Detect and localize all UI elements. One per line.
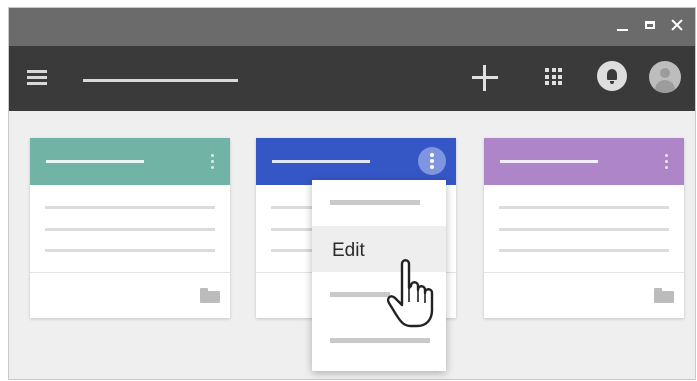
card[interactable] (484, 138, 684, 318)
avatar[interactable] (649, 61, 681, 93)
more-vert-icon[interactable] (210, 152, 216, 172)
title-bar (9, 8, 695, 46)
text-placeholder (499, 206, 669, 209)
card-body (30, 185, 230, 273)
plus-icon[interactable] (472, 65, 498, 91)
folder-icon[interactable] (200, 288, 220, 303)
card-header (30, 138, 230, 185)
more-vert-icon[interactable] (418, 147, 446, 175)
text-placeholder (45, 206, 215, 209)
app-bar (9, 46, 695, 111)
app-title-placeholder (83, 79, 238, 82)
notification-bell-icon[interactable] (597, 61, 627, 91)
card-body (484, 185, 684, 273)
folder-icon[interactable] (654, 288, 674, 303)
card-footer (484, 273, 684, 318)
minimize-button[interactable] (614, 16, 632, 34)
menu-item-placeholder (330, 200, 420, 205)
text-placeholder (499, 249, 669, 252)
card-header (256, 138, 456, 185)
close-button[interactable] (668, 16, 686, 34)
menu-item-placeholder (330, 338, 430, 343)
menu-item-placeholder (330, 292, 390, 297)
menu-item-label: Edit (332, 240, 365, 261)
apps-grid-icon[interactable] (545, 68, 562, 85)
menu-item[interactable] (312, 318, 446, 364)
context-menu: Edit (312, 180, 446, 371)
card-title-placeholder (272, 160, 370, 163)
card-title-placeholder (46, 160, 144, 163)
app-window: Edit (8, 7, 696, 380)
more-vert-icon[interactable] (664, 152, 670, 172)
menu-icon[interactable] (27, 70, 47, 86)
card[interactable] (30, 138, 230, 318)
card-footer (30, 273, 230, 318)
maximize-button[interactable] (642, 16, 660, 34)
text-placeholder (499, 228, 669, 231)
card-header (484, 138, 684, 185)
text-placeholder (45, 228, 215, 231)
menu-item-edit[interactable]: Edit (312, 226, 446, 272)
text-placeholder (45, 249, 215, 252)
card-title-placeholder (500, 160, 598, 163)
menu-item[interactable] (312, 180, 446, 226)
menu-item[interactable] (312, 272, 446, 318)
